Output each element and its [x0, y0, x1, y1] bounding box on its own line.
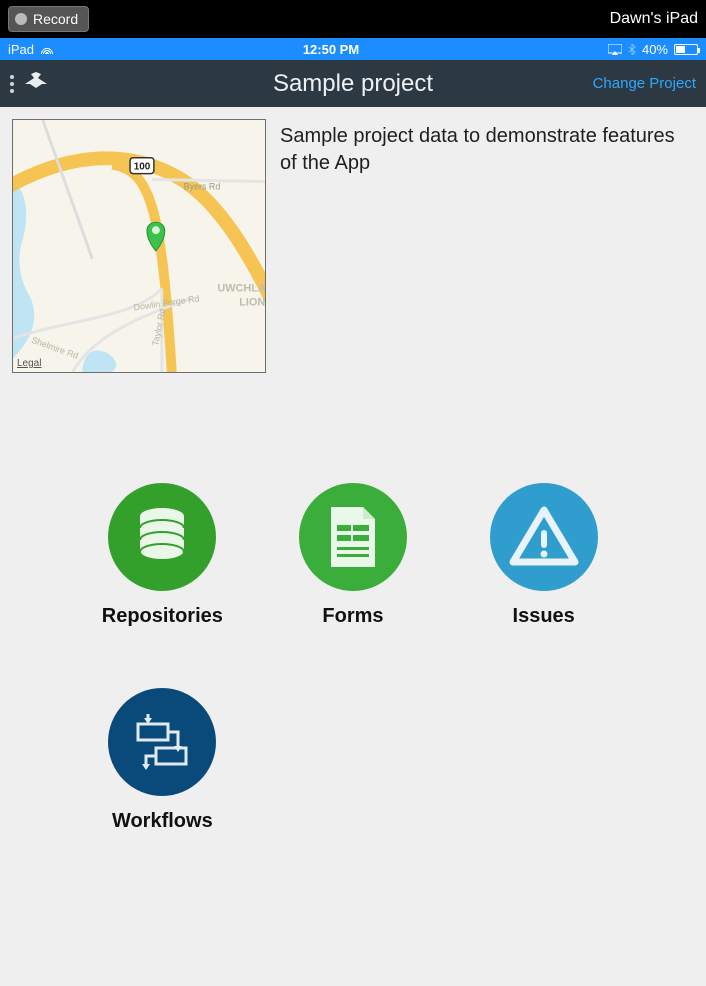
tile-label: Issues [513, 605, 575, 628]
device-frame: Record Dawn's iPad iPad 12:50 PM 40% [0, 0, 706, 986]
tile-label: Workflows [112, 810, 213, 833]
svg-text:Byers Rd: Byers Rd [184, 181, 221, 191]
project-description: Sample project data to demonstrate featu… [280, 119, 694, 373]
status-time: 12:50 PM [303, 42, 359, 57]
tile-workflows[interactable]: Workflows [72, 688, 253, 833]
change-project-button[interactable]: Change Project [593, 75, 696, 92]
tile-label: Repositories [102, 605, 223, 628]
project-map[interactable]: 100 Byers Rd Dowlin Forge Rd Shelmire Rd… [12, 119, 266, 373]
tile-label: Forms [322, 605, 383, 628]
status-right: 40% [608, 42, 698, 57]
svg-text:UWCHLAN: UWCHLAN [217, 283, 265, 295]
record-indicator-icon [15, 13, 27, 25]
record-label: Record [33, 11, 78, 27]
wifi-icon [40, 44, 54, 54]
record-button[interactable]: Record [8, 6, 89, 32]
app-logo-icon [22, 70, 50, 97]
warning-icon [490, 483, 598, 591]
content-area: 100 Byers Rd Dowlin Forge Rd Shelmire Rd… [0, 107, 706, 986]
tile-grid: Repositories Forms [12, 483, 694, 833]
map-route-badge: 100 [134, 162, 151, 173]
bluetooth-icon [628, 44, 636, 55]
nav-bar: Sample project Change Project [0, 60, 706, 107]
map-legal-link[interactable]: Legal [17, 358, 41, 369]
workflow-icon [108, 688, 216, 796]
recorder-bar: Record Dawn's iPad [0, 0, 706, 38]
drag-dots-icon [10, 75, 14, 93]
status-bar: iPad 12:50 PM 40% [0, 38, 706, 60]
tile-repositories[interactable]: Repositories [72, 483, 253, 628]
battery-icon [674, 44, 698, 55]
airplay-icon [608, 44, 622, 55]
database-icon [108, 483, 216, 591]
tile-issues[interactable]: Issues [453, 483, 634, 628]
status-left: iPad [8, 42, 54, 57]
device-name-label: Dawn's iPad [610, 10, 698, 28]
carrier-label: iPad [8, 42, 34, 57]
form-icon [299, 483, 407, 591]
tile-forms[interactable]: Forms [263, 483, 444, 628]
battery-pct-label: 40% [642, 42, 668, 57]
menu-button[interactable] [10, 70, 50, 97]
project-header-row: 100 Byers Rd Dowlin Forge Rd Shelmire Rd… [12, 119, 694, 373]
svg-text:LIONV: LIONV [239, 297, 265, 309]
